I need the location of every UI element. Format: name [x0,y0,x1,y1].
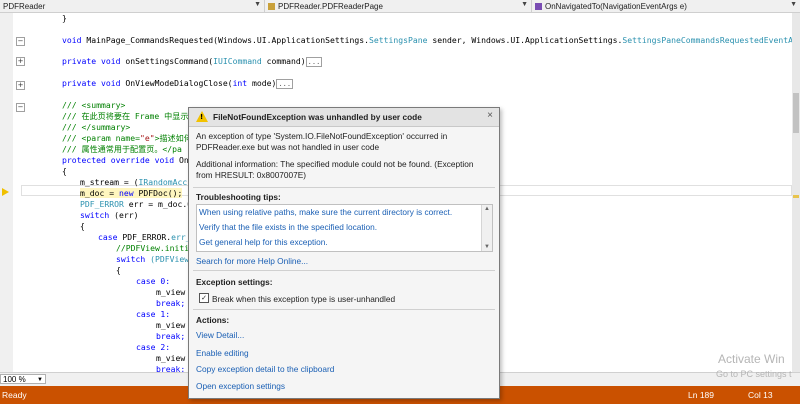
collapse-icon[interactable]: − [16,37,25,46]
code-line: protected override void OnN [62,155,194,165]
chevron-down-icon: ▼ [790,1,797,8]
chevron-down-icon: ▼ [37,377,43,383]
divider [193,309,495,310]
scrollbar-thumb[interactable] [793,93,799,133]
code-line: { [80,221,85,231]
exception-settings-header: Exception settings: [196,277,273,287]
line-number: Ln 189 [688,390,714,400]
project-label: PDFReader [3,1,46,11]
method-icon [535,2,542,10]
indicator-margin[interactable] [0,13,13,372]
code-line: private void onSettingsCommand(IUIComman… [62,56,323,67]
code-line: break; [156,298,186,308]
scrollbar-marker [793,195,799,198]
activation-watermark-subtitle: Go to PC settings t [716,369,792,379]
chevron-down-icon: ▼ [254,1,261,8]
code-line: /// 在此页将要在 Frame 中显示 [62,111,189,121]
member-label: OnNavigatedTo(NavigationEventArgs e) [545,1,687,11]
copy-detail-link[interactable]: Copy exception detail to the clipboard [196,364,334,374]
class-icon [268,2,275,10]
collapse-icon[interactable]: − [16,103,25,112]
break-checkbox-label: Break when this exception type is user-u… [212,294,396,304]
activation-watermark-title: Activate Win [718,352,785,366]
code-line: void MainPage_CommandsRequested(Windows.… [62,35,792,45]
divider [193,187,495,188]
code-line: case 2: [136,342,171,352]
exception-additional-info: Additional information: The specified mo… [196,159,474,180]
exception-title-bar: ! FileNotFoundException was unhandled by… [189,108,499,127]
class-dropdown[interactable]: PDFReader.PDFReaderPage ▼ [265,0,532,12]
code-line: m_view [156,353,186,363]
search-help-online-link[interactable]: Search for more Help Online... [196,256,308,266]
exception-description: An exception of type 'System.IO.FileNotF… [196,131,448,152]
code-line: /// 属性通常用于配置页。</pa [62,144,182,154]
code-line: /// </summary> [62,122,131,132]
expand-icon[interactable]: + [16,57,25,66]
actions-header: Actions: [196,315,230,325]
enable-editing-link[interactable]: Enable editing [196,348,249,358]
code-line: case PDF_ERROR.err_ [98,232,191,242]
code-line: { [62,166,67,176]
tips-scrollbar[interactable]: ▲ ▼ [481,205,492,251]
chevron-down-icon: ▼ [521,1,528,8]
troubleshooting-tips-list: When using relative paths, make sure the… [196,204,493,252]
tip-link[interactable]: Verify that the file exists in the speci… [199,222,377,232]
tip-link[interactable]: Get general help for this exception. [199,237,328,247]
close-icon[interactable]: × [487,110,493,121]
code-line: { [116,265,121,275]
expand-icon[interactable]: + [16,81,25,90]
code-line: } [62,13,67,23]
chevron-down-icon[interactable]: ▼ [484,244,490,250]
navigation-bar: PDFReader ▼ PDFReader.PDFReaderPage ▼ On… [0,0,800,13]
code-line: break; [156,364,186,372]
code-line: //PDFView.initi [116,243,190,253]
exception-assistant: ! FileNotFoundException was unhandled by… [188,107,500,399]
exception-title: FileNotFoundException was unhandled by u… [213,112,422,122]
code-line: m_stream = (IRandomAcc [80,177,188,187]
code-line: case 0: [136,276,171,286]
member-dropdown[interactable]: OnNavigatedTo(NavigationEventArgs e) ▼ [532,0,800,12]
code-line: PDF_ERROR err = m_doc.O [80,199,193,209]
code-line: /// <summary> [62,100,126,110]
tip-link[interactable]: When using relative paths, make sure the… [199,207,452,217]
current-statement-arrow-icon [2,188,9,196]
collapsed-region[interactable]: ... [305,57,323,67]
open-exception-settings-link[interactable]: Open exception settings [196,381,285,391]
divider [193,270,495,271]
code-line: /// <param name="e">描述如何 [62,133,192,143]
troubleshooting-header: Troubleshooting tips: [196,192,281,202]
class-label: PDFReader.PDFReaderPage [278,1,383,11]
code-line: m_view [156,287,186,297]
column-number: Col 13 [748,390,773,400]
project-dropdown[interactable]: PDFReader ▼ [0,0,265,12]
status-text: Ready [2,390,27,400]
code-line: break; [156,331,186,341]
view-detail-link[interactable]: View Detail... [196,330,244,340]
code-line-current: m_doc = new PDFDoc(); [80,188,183,198]
code-line: switch (PDFView [116,254,190,264]
chevron-up-icon[interactable]: ▲ [484,206,490,212]
code-line: private void OnViewModeDialogClose(int m… [62,78,294,89]
warning-icon: ! [196,111,208,122]
zoom-level-dropdown[interactable]: 100 % ▼ [0,374,46,384]
code-line: m_view [156,320,186,330]
collapsed-region[interactable]: ... [276,79,294,89]
vertical-scrollbar[interactable] [792,13,800,372]
break-checkbox[interactable]: ✓ [199,293,209,303]
code-line: switch (err) [80,210,139,220]
code-line: case 1: [136,309,171,319]
